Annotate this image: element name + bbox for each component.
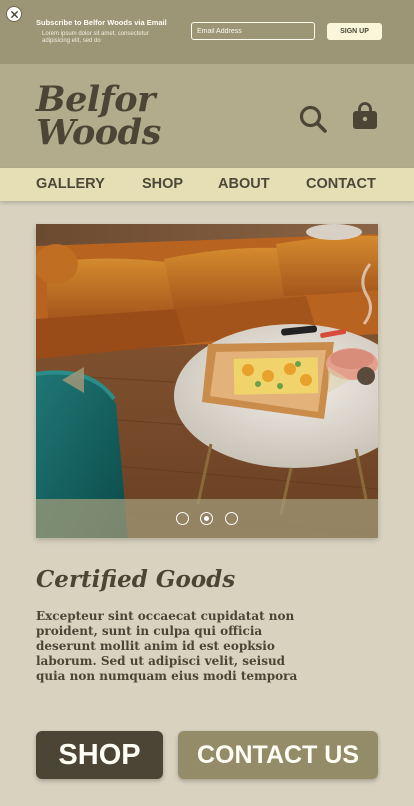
site-logo[interactable]: Belfor Woods <box>36 82 161 153</box>
close-icon[interactable] <box>6 6 22 22</box>
main-nav: GALLERY SHOP ABOUT CONTACT <box>0 168 414 201</box>
living-room-photo <box>36 224 378 538</box>
email-field[interactable] <box>191 22 315 40</box>
nav-item-contact[interactable]: CONTACT <box>306 176 376 192</box>
nav-item-about[interactable]: ABOUT <box>218 176 270 192</box>
subscribe-banner: Subscribe to Belfor Woods via Email Lore… <box>0 0 414 64</box>
shopping-bag-icon[interactable] <box>350 101 380 131</box>
image-carousel <box>36 224 378 538</box>
section-body: Excepteur sint occaecat cupidatat non pr… <box>36 609 298 683</box>
search-icon[interactable] <box>298 104 328 134</box>
site-header: Belfor Woods <box>0 64 414 168</box>
subscribe-subtitle: Lorem ipsum dolor sit amet, consectetur … <box>42 31 149 44</box>
signup-button[interactable]: SIGN UP <box>327 23 382 40</box>
logo-line-2: Woods <box>36 112 161 153</box>
carousel-dot-3[interactable] <box>225 512 238 525</box>
nav-item-gallery[interactable]: GALLERY <box>36 176 105 192</box>
shop-button[interactable]: SHOP <box>36 731 163 779</box>
carousel-prev-arrow[interactable] <box>62 367 84 393</box>
subscribe-title: Subscribe to Belfor Woods via Email <box>36 18 167 27</box>
nav-item-shop[interactable]: SHOP <box>142 176 183 192</box>
carousel-next-arrow[interactable] <box>328 367 350 393</box>
carousel-indicator-bar <box>36 499 378 538</box>
contact-us-button[interactable]: CONTACT US <box>178 731 378 779</box>
carousel-dot-2[interactable] <box>200 512 213 525</box>
section-title: Certified Goods <box>36 566 236 593</box>
carousel-dot-1[interactable] <box>176 512 189 525</box>
